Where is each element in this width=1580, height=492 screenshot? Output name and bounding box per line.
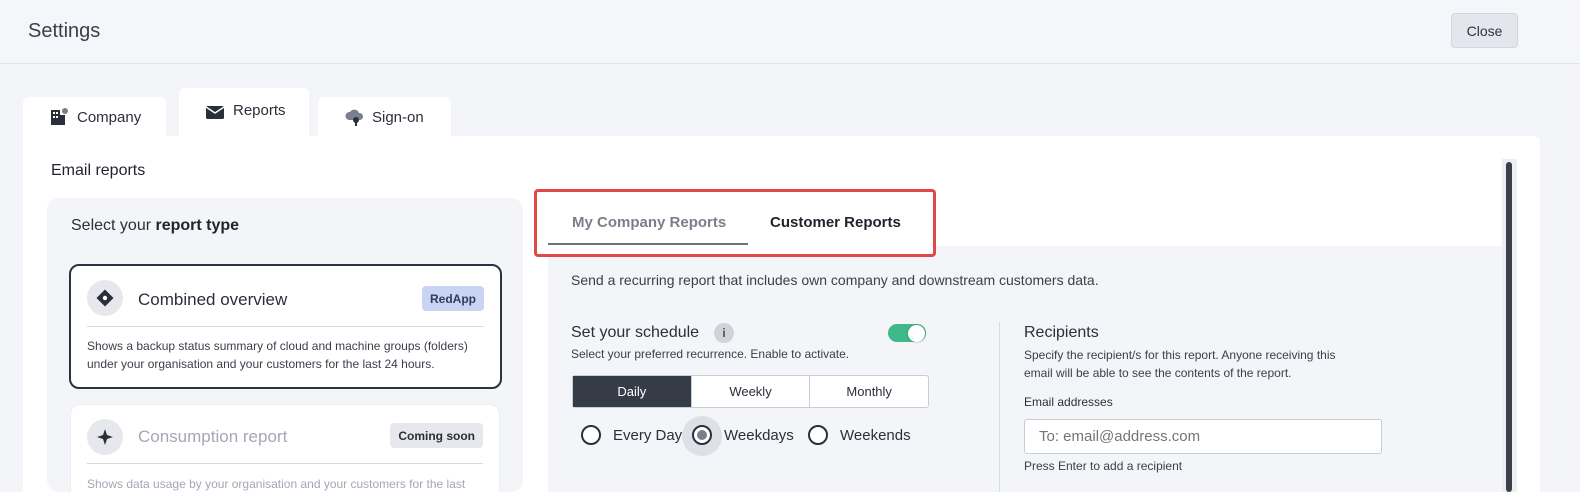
radio-circle [581,425,601,445]
tab-reports-label: Reports [233,102,286,119]
scrollbar-thumb[interactable] [1506,162,1512,492]
diamond-icon [87,280,123,316]
email-input[interactable] [1024,419,1382,454]
close-button[interactable]: Close [1451,13,1518,48]
recurrence-segmented-control: Daily Weekly Monthly [572,375,929,408]
status-badge: RedApp [422,286,484,311]
email-hint: Press Enter to add a recipient [1024,459,1183,473]
active-tab-underline [548,243,748,245]
report-description: Send a recurring report that includes ow… [571,272,1099,288]
report-type-heading: Select your report type [71,217,239,235]
email-addresses-label: Email addresses [1024,395,1113,409]
schedule-toggle[interactable] [888,324,926,342]
tab-company[interactable]: Company [23,97,166,137]
info-icon[interactable]: i [714,323,734,343]
divider [87,463,483,464]
heading-prefix: Select your [71,217,156,234]
recipients-title: Recipients [1024,324,1099,341]
schedule-subtitle: Select your preferred recurrence. Enable… [571,347,850,361]
heading-bold: report type [155,217,240,234]
report-option-name: Combined overview [138,290,288,309]
tab-sign-on-label: Sign-on [372,108,424,126]
radio-label: Weekdays [724,426,794,444]
tab-company-label: Company [77,108,142,126]
recipients-subtitle: Specify the recipient/s for this report.… [1024,348,1336,380]
radio-label: Weekends [840,426,911,444]
tab-sign-on[interactable]: Sign-on [318,97,451,137]
radio-circle [808,425,828,445]
section-title: Email reports [51,162,146,179]
radio-label: Every Day [613,426,683,444]
report-option-name: Consumption report [138,427,288,446]
cloud-key-icon [344,107,364,127]
column-divider [999,322,1000,492]
schedule-title: Set your schedule [571,324,700,341]
radio-weekdays[interactable]: Weekdays [692,425,794,445]
segment-monthly[interactable]: Monthly [810,376,928,407]
page-title: Settings [28,20,101,42]
radio-every-day[interactable]: Every Day [581,425,682,445]
radio-weekends[interactable]: Weekends [808,425,911,445]
tab-customer-reports[interactable]: Customer Reports [770,214,901,231]
report-subtabs: My Company Reports Customer Reports [534,189,936,257]
report-option-combined[interactable]: Combined overview RedApp Shows a backup … [69,264,502,389]
segment-daily[interactable]: Daily [573,376,692,407]
report-option-description: Shows a backup status summary of cloud a… [87,339,468,371]
radio-circle [692,425,712,445]
segment-weekly[interactable]: Weekly [692,376,811,407]
report-option-description: Shows data usage by your organisation an… [87,477,466,491]
status-badge: Coming soon [390,423,483,448]
toggle-knob [908,325,925,342]
tab-my-company-reports[interactable]: My Company Reports [572,214,726,231]
report-option-consumption[interactable]: Consumption report Coming soon Shows dat… [70,404,500,492]
sparkle-icon [87,419,123,455]
building-icon [49,107,69,127]
envelope-icon [205,102,225,122]
tab-reports[interactable]: Reports [179,88,309,138]
settings-header: Settings Close [0,0,1580,64]
divider [87,326,484,327]
